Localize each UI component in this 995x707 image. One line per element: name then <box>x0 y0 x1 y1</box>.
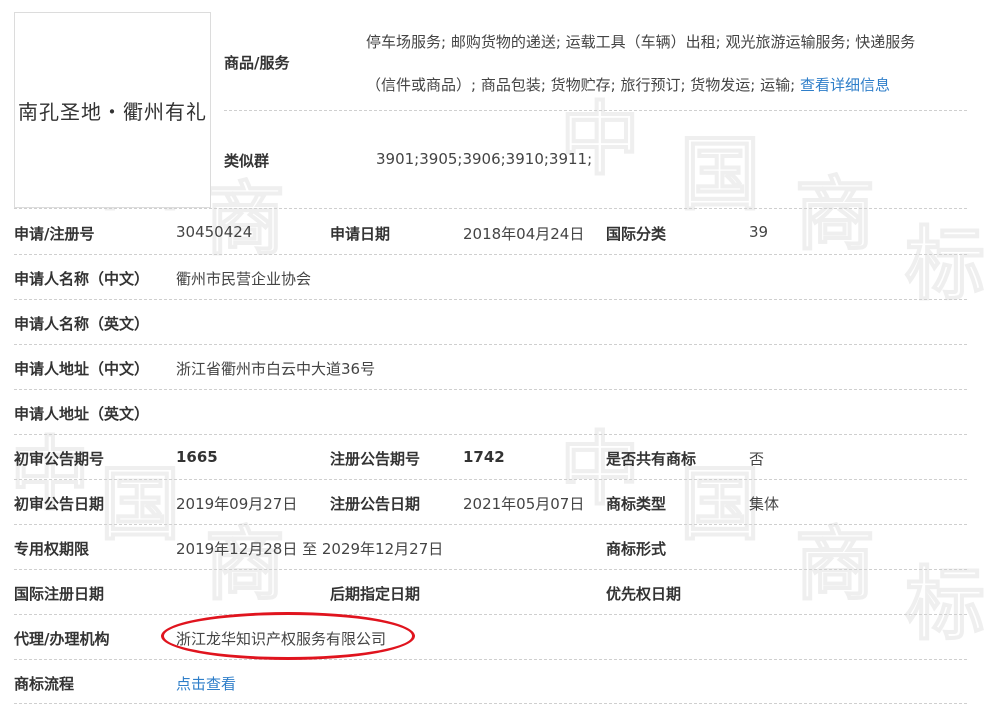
divider <box>14 703 967 704</box>
agent-label: 代理/办理机构 <box>14 630 110 648</box>
divider <box>14 569 967 570</box>
address-en-label: 申请人地址（英文） <box>14 405 150 423</box>
tm-form-label: 商标形式 <box>606 540 667 558</box>
tm-type-value: 集体 <box>749 495 780 513</box>
prelim-pub-no-label: 初审公告期号 <box>14 450 105 468</box>
applicant-cn-value: 衢州市民营企业协会 <box>176 270 312 288</box>
divider <box>14 208 967 209</box>
watermark-char: 标 <box>904 557 986 652</box>
address-cn-value: 浙江省衢州市白云中大道36号 <box>176 360 376 378</box>
prelim-pub-no-value: 1665 <box>176 448 218 466</box>
process-label: 商标流程 <box>14 675 75 693</box>
highlight-oval <box>161 612 415 660</box>
divider <box>14 614 967 615</box>
divider <box>14 254 967 255</box>
divider <box>14 479 967 480</box>
view-process-link[interactable]: 点击查看 <box>176 673 236 694</box>
divider <box>14 299 967 300</box>
divider <box>14 524 967 525</box>
applicant-en-label: 申请人名称（英文） <box>14 315 150 333</box>
applicant-cn-label: 申请人名称（中文） <box>14 270 150 288</box>
intl-class-label: 国际分类 <box>606 225 667 243</box>
later-date-label: 后期指定日期 <box>330 585 421 603</box>
view-details-link[interactable]: 查看详细信息 <box>800 76 890 94</box>
trademark-image: 南孔圣地・衢州有礼 <box>14 12 211 208</box>
priority-date-label: 优先权日期 <box>606 585 682 603</box>
app-date-label: 申请日期 <box>330 225 391 243</box>
divider <box>224 110 967 111</box>
divider <box>14 659 967 660</box>
similar-group-value: 3901;3905;3906;3910;3911; <box>376 150 593 168</box>
shared-label: 是否共有商标 <box>606 450 697 468</box>
prelim-pub-date-value: 2019年09月27日 <box>176 495 298 513</box>
goods-services-line2-text: （信件或商品）; 商品包装; 货物贮存; 旅行预订; 货物发运; 运输; <box>366 76 796 94</box>
reg-no-value: 30450424 <box>176 223 253 241</box>
reg-pub-date-value: 2021年05月07日 <box>463 495 585 513</box>
prelim-pub-date-label: 初审公告日期 <box>14 495 105 513</box>
reg-pub-no-value: 1742 <box>463 448 505 466</box>
goods-services-line1: 停车场服务; 邮购货物的递送; 运载工具（车辆）出租; 观光旅游运输服务; 快递… <box>366 33 916 51</box>
intl-reg-date-label: 国际注册日期 <box>14 585 105 603</box>
watermark-char: 国 <box>99 457 181 552</box>
divider <box>14 434 967 435</box>
address-cn-label: 申请人地址（中文） <box>14 360 150 378</box>
reg-pub-date-label: 注册公告日期 <box>330 495 421 513</box>
reg-pub-no-label: 注册公告期号 <box>330 450 421 468</box>
exclusive-label: 专用权期限 <box>14 540 90 558</box>
intl-class-value: 39 <box>749 223 769 241</box>
tm-type-label: 商标类型 <box>606 495 667 513</box>
app-date-value: 2018年04月24日 <box>463 225 585 243</box>
shared-value: 否 <box>749 450 765 468</box>
similar-group-label: 类似群 <box>224 152 270 170</box>
reg-no-label: 申请/注册号 <box>14 225 95 243</box>
goods-services-line2: （信件或商品）; 商品包装; 货物贮存; 旅行预订; 货物发运; 运输; 查看详… <box>366 74 890 95</box>
goods-services-label: 商品/服务 <box>224 54 290 72</box>
divider <box>14 344 967 345</box>
divider <box>14 389 967 390</box>
trademark-image-text: 南孔圣地・衢州有礼 <box>18 99 207 124</box>
exclusive-value: 2019年12月28日 至 2029年12月27日 <box>176 540 444 558</box>
watermark-char: 商 <box>794 517 876 612</box>
